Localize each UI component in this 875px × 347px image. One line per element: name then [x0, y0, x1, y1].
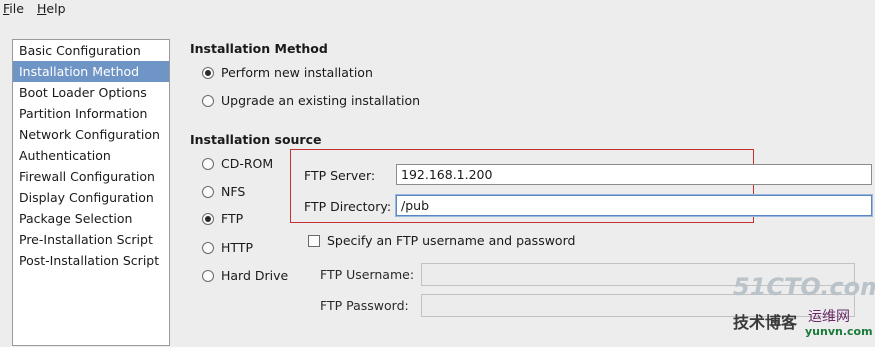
- radio-hard-drive-label[interactable]: Hard Drive: [221, 268, 288, 283]
- radio-upgrade-existing-installation-label[interactable]: Upgrade an existing installation: [221, 93, 420, 108]
- sidebar-item-firewall-configuration[interactable]: Firewall Configuration: [13, 166, 169, 187]
- radio-perform-new-installation[interactable]: [202, 67, 214, 79]
- sidebar-item-package-selection[interactable]: Package Selection: [13, 208, 169, 229]
- ftp-password-label: FTP Password:: [320, 298, 409, 313]
- radio-ftp[interactable]: [202, 213, 214, 225]
- radio-perform-new-installation-label[interactable]: Perform new installation: [221, 65, 373, 80]
- watermark-yunwei: 运维网: [808, 309, 850, 325]
- sidebar-item-installation-method[interactable]: Installation Method: [13, 61, 169, 82]
- sidebar-item-post-installation-script[interactable]: Post-Installation Script: [13, 250, 169, 271]
- ftp-directory-input[interactable]: /pub: [396, 195, 872, 216]
- sidebar-item-network-configuration[interactable]: Network Configuration: [13, 124, 169, 145]
- ftp-auth-checkbox[interactable]: [308, 235, 320, 247]
- sidebar-item-basic-configuration[interactable]: Basic Configuration: [13, 40, 169, 61]
- sidebar-item-display-configuration[interactable]: Display Configuration: [13, 187, 169, 208]
- menu-help-label: elp: [46, 1, 66, 16]
- ftp-server-label: FTP Server:: [304, 168, 376, 183]
- radio-ftp-label[interactable]: FTP: [221, 211, 243, 226]
- menu-help-mnemonic: H: [37, 1, 47, 16]
- menu-file[interactable]: File: [3, 1, 24, 16]
- menu-file-label: ile: [9, 1, 24, 16]
- watermark-51cto: 51CTO.com: [733, 273, 875, 301]
- sidebar-item-boot-loader-options[interactable]: Boot Loader Options: [13, 82, 169, 103]
- ftp-username-label: FTP Username:: [320, 267, 415, 282]
- radio-nfs-label[interactable]: NFS: [221, 184, 245, 199]
- radio-upgrade-existing-installation[interactable]: [202, 95, 214, 107]
- installation-method-title: Installation Method: [190, 41, 328, 56]
- ftp-directory-label: FTP Directory:: [304, 199, 392, 214]
- watermark-tech-blog: 技术博客: [733, 313, 798, 332]
- sidebar-item-authentication[interactable]: Authentication: [13, 145, 169, 166]
- radio-nfs[interactable]: [202, 186, 214, 198]
- watermark-yunvn: yunvn.com: [805, 325, 873, 338]
- ftp-server-input[interactable]: 192.168.1.200: [396, 164, 872, 185]
- radio-http[interactable]: [202, 242, 214, 254]
- radio-cdrom[interactable]: [202, 158, 214, 170]
- section-list: Basic Configuration Installation Method …: [12, 39, 170, 346]
- menu-help[interactable]: Help: [37, 1, 66, 16]
- sidebar-item-partition-information[interactable]: Partition Information: [13, 103, 169, 124]
- ftp-auth-checkbox-label[interactable]: Specify an FTP username and password: [327, 233, 575, 248]
- radio-cdrom-label[interactable]: CD-ROM: [221, 156, 273, 171]
- radio-hard-drive[interactable]: [202, 270, 214, 282]
- radio-http-label[interactable]: HTTP: [221, 240, 253, 255]
- menu-bar: File Help: [0, 0, 875, 19]
- installation-source-title: Installation source: [190, 132, 322, 147]
- sidebar-item-pre-installation-script[interactable]: Pre-Installation Script: [13, 229, 169, 250]
